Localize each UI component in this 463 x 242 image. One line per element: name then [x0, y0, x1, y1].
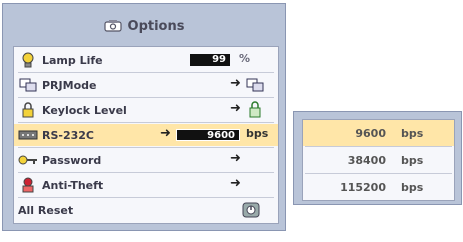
- rs232c-value[interactable]: 9600: [176, 129, 240, 141]
- right-arrow-icon: ➜: [230, 76, 241, 91]
- menu-item-label: All Reset: [18, 203, 74, 217]
- lock-icon: [18, 102, 38, 118]
- menu-item-label: PRJMode: [42, 78, 97, 92]
- right-arrow-icon: ➜: [230, 101, 241, 116]
- anti-theft-icon: [18, 177, 38, 193]
- menu-item-label: Password: [42, 153, 102, 167]
- projector-mode-value-icon: [246, 77, 264, 96]
- options-menu: Options Lamp Life 99 % PRJMode ➜ Keylock…: [2, 3, 286, 231]
- divider: [18, 97, 274, 98]
- options-icon: [103, 19, 122, 33]
- reset-icon[interactable]: [242, 202, 260, 222]
- keylock-value-icon: [248, 101, 262, 122]
- options-list: Lamp Life 99 % PRJMode ➜ Keylock Level ➜: [13, 46, 279, 224]
- baud-option-9600[interactable]: 9600 bps: [303, 120, 454, 146]
- projector-mode-icon: [18, 77, 38, 93]
- menu-title-text: Options: [127, 18, 185, 34]
- baud-option-115200[interactable]: 115200 bps: [303, 174, 454, 200]
- lamp-life-value: 99: [190, 54, 230, 66]
- lamp-life-unit: %: [239, 52, 251, 65]
- baud-option-value: 38400: [347, 153, 386, 167]
- divider: [18, 147, 274, 148]
- rs232c-icon: [18, 127, 38, 143]
- menu-item-label: Lamp Life: [42, 53, 103, 67]
- baud-rate-list: 9600 bps 38400 bps 115200 bps: [302, 119, 455, 201]
- baud-option-unit: bps: [401, 126, 424, 140]
- divider: [18, 197, 274, 198]
- baud-option-unit: bps: [401, 180, 424, 194]
- baud-option-38400[interactable]: 38400 bps: [303, 147, 454, 173]
- right-arrow-icon: ➜: [230, 176, 241, 191]
- right-arrow-icon: ➜: [160, 126, 171, 141]
- baud-option-value: 115200: [340, 180, 386, 194]
- right-arrow-icon: ➜: [230, 151, 241, 166]
- menu-title: Options: [3, 10, 285, 42]
- divider: [18, 172, 274, 173]
- baud-option-value: 9600: [355, 126, 386, 140]
- menu-item-label: Anti-Theft: [42, 178, 104, 192]
- divider: [18, 122, 274, 123]
- menu-item-label: RS-232C: [42, 128, 94, 142]
- key-icon: [18, 152, 38, 168]
- lamp-icon: [18, 52, 38, 68]
- divider: [18, 72, 274, 73]
- baud-rate-popup: 9600 bps 38400 bps 115200 bps: [293, 111, 462, 205]
- baud-option-unit: bps: [401, 153, 424, 167]
- rs232c-unit: bps: [246, 127, 269, 140]
- menu-item-label: Keylock Level: [42, 103, 127, 117]
- menu-item-all-reset[interactable]: All Reset: [14, 199, 278, 221]
